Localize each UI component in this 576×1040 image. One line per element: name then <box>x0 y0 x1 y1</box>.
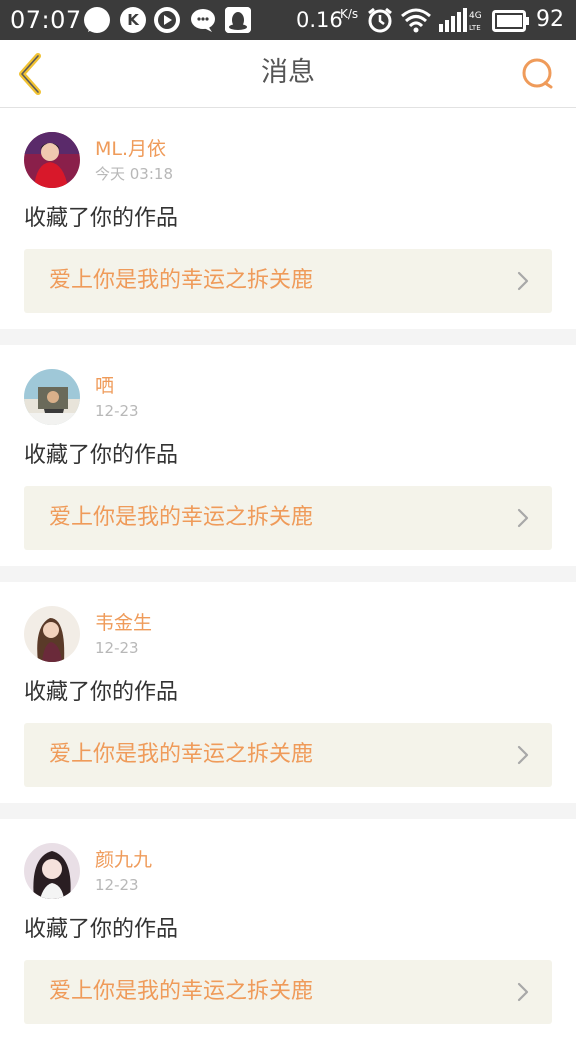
search-icon <box>522 58 553 89</box>
page-title: 消息 <box>261 57 315 88</box>
chevron-right-icon <box>517 745 529 765</box>
username[interactable]: 哂 <box>95 373 114 399</box>
action-text: 收藏了你的作品 <box>24 443 179 468</box>
work-link[interactable]: 爱上你是我的幸运之拆关鹿 <box>24 960 552 1024</box>
avatar[interactable] <box>24 132 80 188</box>
wifi-icon <box>400 6 432 34</box>
message-card: ML.月依 今天 03:18 收藏了你的作品 爱上你是我的幸运之拆关鹿 <box>0 108 576 329</box>
work-link[interactable]: 爱上你是我的幸运之拆关鹿 <box>24 486 552 550</box>
svg-text:LTE: LTE <box>469 24 481 32</box>
net-speed: 0.16 <box>296 8 343 32</box>
chevron-right-icon <box>517 508 529 528</box>
username[interactable]: 颜九九 <box>95 847 152 873</box>
message-time: 12-23 <box>95 402 139 420</box>
avatar[interactable] <box>24 369 80 425</box>
action-text: 收藏了你的作品 <box>24 917 179 942</box>
message-card: 韦金生 12-23 收藏了你的作品 爱上你是我的幸运之拆关鹿 <box>0 582 576 803</box>
battery-level: 92 <box>536 7 564 32</box>
work-title: 爱上你是我的幸运之拆关鹿 <box>49 742 314 767</box>
chevron-right-icon <box>517 982 529 1002</box>
message-icon <box>84 7 110 33</box>
work-link[interactable]: 爱上你是我的幸运之拆关鹿 <box>24 249 552 313</box>
battery-icon <box>492 10 530 38</box>
avatar[interactable] <box>24 843 80 899</box>
avatar[interactable] <box>24 606 80 662</box>
message-time: 12-23 <box>95 876 139 894</box>
work-title: 爱上你是我的幸运之拆关鹿 <box>49 268 314 293</box>
message-time: 12-23 <box>95 639 139 657</box>
top-nav-bar: 消息 <box>0 40 576 108</box>
work-title: 爱上你是我的幸运之拆关鹿 <box>49 505 314 530</box>
message-card: 颜九九 12-23 收藏了你的作品 爱上你是我的幸运之拆关鹿 <box>0 819 576 1040</box>
status-bar: 07:07 K 0.16 K/s 4G LTE 92 <box>0 0 576 40</box>
username[interactable]: ML.月依 <box>95 136 166 162</box>
chevron-right-icon <box>517 271 529 291</box>
search-button[interactable] <box>520 56 556 92</box>
action-text: 收藏了你的作品 <box>24 206 179 231</box>
message-time: 今天 03:18 <box>95 165 173 183</box>
work-title: 爱上你是我的幸运之拆关鹿 <box>49 979 314 1004</box>
signal-icon: 4G LTE <box>437 6 483 34</box>
qq-icon <box>225 7 251 33</box>
play-icon <box>154 7 180 33</box>
status-time: 07:07 <box>10 6 82 34</box>
username[interactable]: 韦金生 <box>95 610 152 636</box>
alarm-icon <box>366 6 394 34</box>
message-card: 哂 12-23 收藏了你的作品 爱上你是我的幸运之拆关鹿 <box>0 345 576 566</box>
wechat-icon <box>190 7 216 33</box>
work-link[interactable]: 爱上你是我的幸运之拆关鹿 <box>24 723 552 787</box>
k-icon: K <box>120 7 146 33</box>
action-text: 收藏了你的作品 <box>24 680 179 705</box>
net-speed-unit: K/s <box>340 7 359 21</box>
svg-text:4G: 4G <box>469 11 482 21</box>
